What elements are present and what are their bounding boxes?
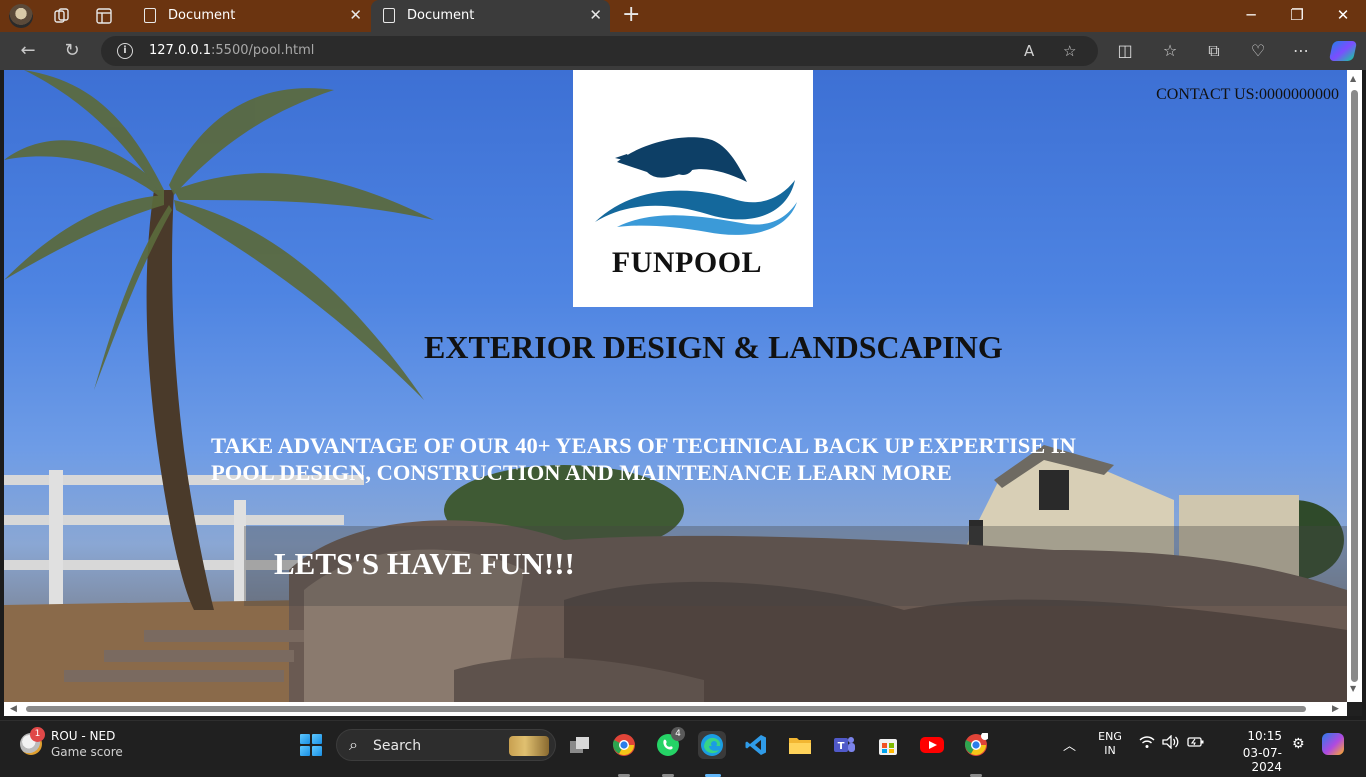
url-host: 127.0.0.1 <box>149 43 212 58</box>
logo-text: FUNPOOL <box>611 246 763 279</box>
chrome-icon <box>962 731 990 759</box>
show-hidden-icons-chevron-icon[interactable]: ︿ <box>1063 735 1076 754</box>
split-screen-icon[interactable]: ◫ <box>1114 41 1136 61</box>
scroll-up-arrow-icon[interactable]: ▲ <box>1350 74 1356 84</box>
refresh-button[interactable]: ↻ <box>61 40 83 62</box>
start-icon-tile <box>300 746 310 756</box>
close-window-button[interactable]: ✕ <box>1328 5 1358 25</box>
widget-title[interactable]: ROU - NED <box>51 729 115 743</box>
tagline-line-1: TAKE ADVANTAGE OF OUR 40+ YEARS OF TECHN… <box>211 433 1076 458</box>
search-label: Search <box>373 738 422 754</box>
notification-bell-icon[interactable]: ⚙ <box>1292 736 1305 752</box>
close-icon[interactable]: ✕ <box>349 6 362 24</box>
language-code: ENG <box>1098 730 1122 743</box>
browser-essentials-icon[interactable]: ♡ <box>1247 41 1269 61</box>
youtube-app[interactable] <box>918 731 946 759</box>
vscode-icon <box>742 731 770 759</box>
url-path: :5500/pool.html <box>211 43 315 58</box>
address-bar[interactable]: i 127.0.0.1:5500/pool.html A ☆ <box>101 36 1098 66</box>
close-icon[interactable]: ✕ <box>589 6 602 24</box>
chrome-icon <box>610 731 638 759</box>
scroll-down-arrow-icon[interactable]: ▼ <box>1350 684 1356 694</box>
start-icon-tile <box>312 734 322 744</box>
start-icon-tile <box>300 734 310 744</box>
svg-text:T: T <box>838 741 845 752</box>
chrome-app[interactable] <box>610 731 638 777</box>
search-highlight-image <box>509 736 549 756</box>
wifi-icon[interactable] <box>1139 735 1155 754</box>
vertical-tabs-icon[interactable] <box>95 7 113 25</box>
volume-icon[interactable] <box>1162 734 1180 754</box>
scroll-left-arrow-icon[interactable]: ◀ <box>10 703 17 715</box>
browser-toolbar: ← ↻ i 127.0.0.1:5500/pool.html A ☆ ◫ ☆ ⧉… <box>0 32 1366 70</box>
new-tab-button[interactable]: + <box>622 4 640 26</box>
copilot-taskbar-icon[interactable] <box>1322 733 1344 755</box>
window-frame-right <box>1362 70 1366 718</box>
browser-title-bar: Document ✕ Document ✕ + ─ ❐ ✕ <box>0 0 1366 32</box>
start-icon-tile <box>312 746 322 756</box>
url-text[interactable]: 127.0.0.1:5500/pool.html <box>149 43 314 58</box>
page-icon <box>383 8 395 23</box>
tagline-line-2: POOL DESIGN, CONSTRUCTION AND MAINTENANC… <box>211 460 952 485</box>
scroll-right-arrow-icon[interactable]: ▶ <box>1332 703 1339 715</box>
battery-icon[interactable] <box>1187 735 1205 754</box>
logo-box[interactable]: FUNPOOL <box>573 70 813 307</box>
tab-title: Document <box>407 8 475 23</box>
chrome-profile-app[interactable] <box>962 731 990 777</box>
page-icon <box>144 8 156 23</box>
vertical-scroll-thumb[interactable] <box>1351 90 1358 682</box>
language-region: IN <box>1104 744 1116 757</box>
task-view-icon <box>566 731 594 759</box>
vscode-app[interactable] <box>742 731 770 759</box>
more-menu-icon[interactable]: ⋯ <box>1290 41 1312 61</box>
file-explorer-app[interactable] <box>786 731 814 759</box>
whatsapp-badge: 4 <box>671 727 685 741</box>
copilot-icon[interactable] <box>1328 41 1358 61</box>
windows-taskbar: 1 ROU - NED Game score ⌕ Search 4 T ︿ EN… <box>0 720 1366 777</box>
taskbar-search[interactable]: ⌕ Search <box>336 729 556 761</box>
folder-icon <box>786 731 814 759</box>
widgets-badge: 1 <box>30 727 45 742</box>
teams-icon: T <box>830 731 858 759</box>
store-icon <box>874 731 902 759</box>
start-button[interactable] <box>300 734 322 756</box>
microsoft-store-app[interactable] <box>874 731 902 759</box>
task-view-app[interactable] <box>566 731 594 759</box>
favorites-icon[interactable]: ☆ <box>1159 41 1181 61</box>
contact-us-text: CONTACT US:0000000000 <box>1156 86 1339 103</box>
tagline: TAKE ADVANTAGE OF OUR 40+ YEARS OF TECHN… <box>211 432 1151 486</box>
back-button[interactable]: ← <box>17 40 39 62</box>
workspaces-icon[interactable] <box>53 7 71 25</box>
profile-avatar[interactable] <box>9 4 33 28</box>
youtube-icon <box>918 731 946 759</box>
vertical-scrollbar[interactable]: ▲ ▼ <box>1347 70 1362 702</box>
info-icon[interactable]: i <box>117 43 133 59</box>
clock-time[interactable]: 10:15 <box>1220 729 1282 743</box>
widget-subtitle[interactable]: Game score <box>51 745 123 759</box>
minimize-button[interactable]: ─ <box>1236 5 1266 25</box>
read-aloud-icon[interactable]: A <box>1024 42 1034 60</box>
page-heading: EXTERIOR DESIGN & LANDSCAPING <box>424 329 1003 365</box>
search-icon: ⌕ <box>349 735 358 754</box>
tab-title: Document <box>168 8 236 23</box>
tab-document-2[interactable]: Document ✕ <box>371 0 610 32</box>
horizontal-scrollbar[interactable]: ◀ ▶ <box>4 702 1347 716</box>
fun-banner-text: LETS'S HAVE FUN!!! <box>274 546 575 581</box>
page-viewport: FUNPOOL CONTACT US:0000000000 EXTERIOR D… <box>4 70 1347 702</box>
horizontal-scroll-thumb[interactable] <box>26 706 1306 712</box>
edge-icon <box>698 731 726 759</box>
swimmer-logo-icon <box>595 137 797 235</box>
teams-app[interactable]: T <box>830 731 858 759</box>
restore-button[interactable]: ❐ <box>1282 5 1312 25</box>
whatsapp-app[interactable]: 4 <box>654 727 685 777</box>
language-indicator[interactable]: ENG IN <box>1098 730 1122 758</box>
favorite-star-icon[interactable]: ☆ <box>1063 42 1076 60</box>
edge-app[interactable] <box>698 731 726 777</box>
clock-date[interactable]: 03-07-2024 <box>1220 746 1282 774</box>
collections-icon[interactable]: ⧉ <box>1203 41 1225 61</box>
tab-document-1[interactable]: Document ✕ <box>132 0 370 32</box>
